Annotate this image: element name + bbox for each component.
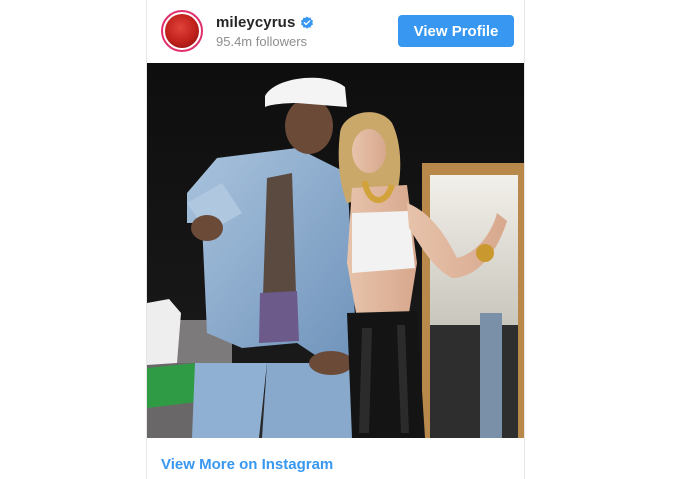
verified-badge-icon xyxy=(301,16,314,29)
avatar[interactable] xyxy=(161,10,203,52)
instagram-embed-card: mileycyrus 95.4m followers View Profile xyxy=(146,0,525,479)
username-row: mileycyrus xyxy=(216,14,314,31)
post-photo[interactable] xyxy=(147,63,524,438)
follower-count: 95.4m followers xyxy=(216,34,308,49)
username[interactable]: mileycyrus xyxy=(216,14,295,31)
post-header: mileycyrus 95.4m followers View Profile xyxy=(147,0,524,62)
avatar-image xyxy=(165,14,199,48)
view-more-on-instagram-link[interactable]: View More on Instagram xyxy=(161,456,333,473)
view-profile-button[interactable]: View Profile xyxy=(398,15,514,47)
post-photo-image xyxy=(147,63,524,438)
user-info: mileycyrus 95.4m followers xyxy=(216,14,314,49)
